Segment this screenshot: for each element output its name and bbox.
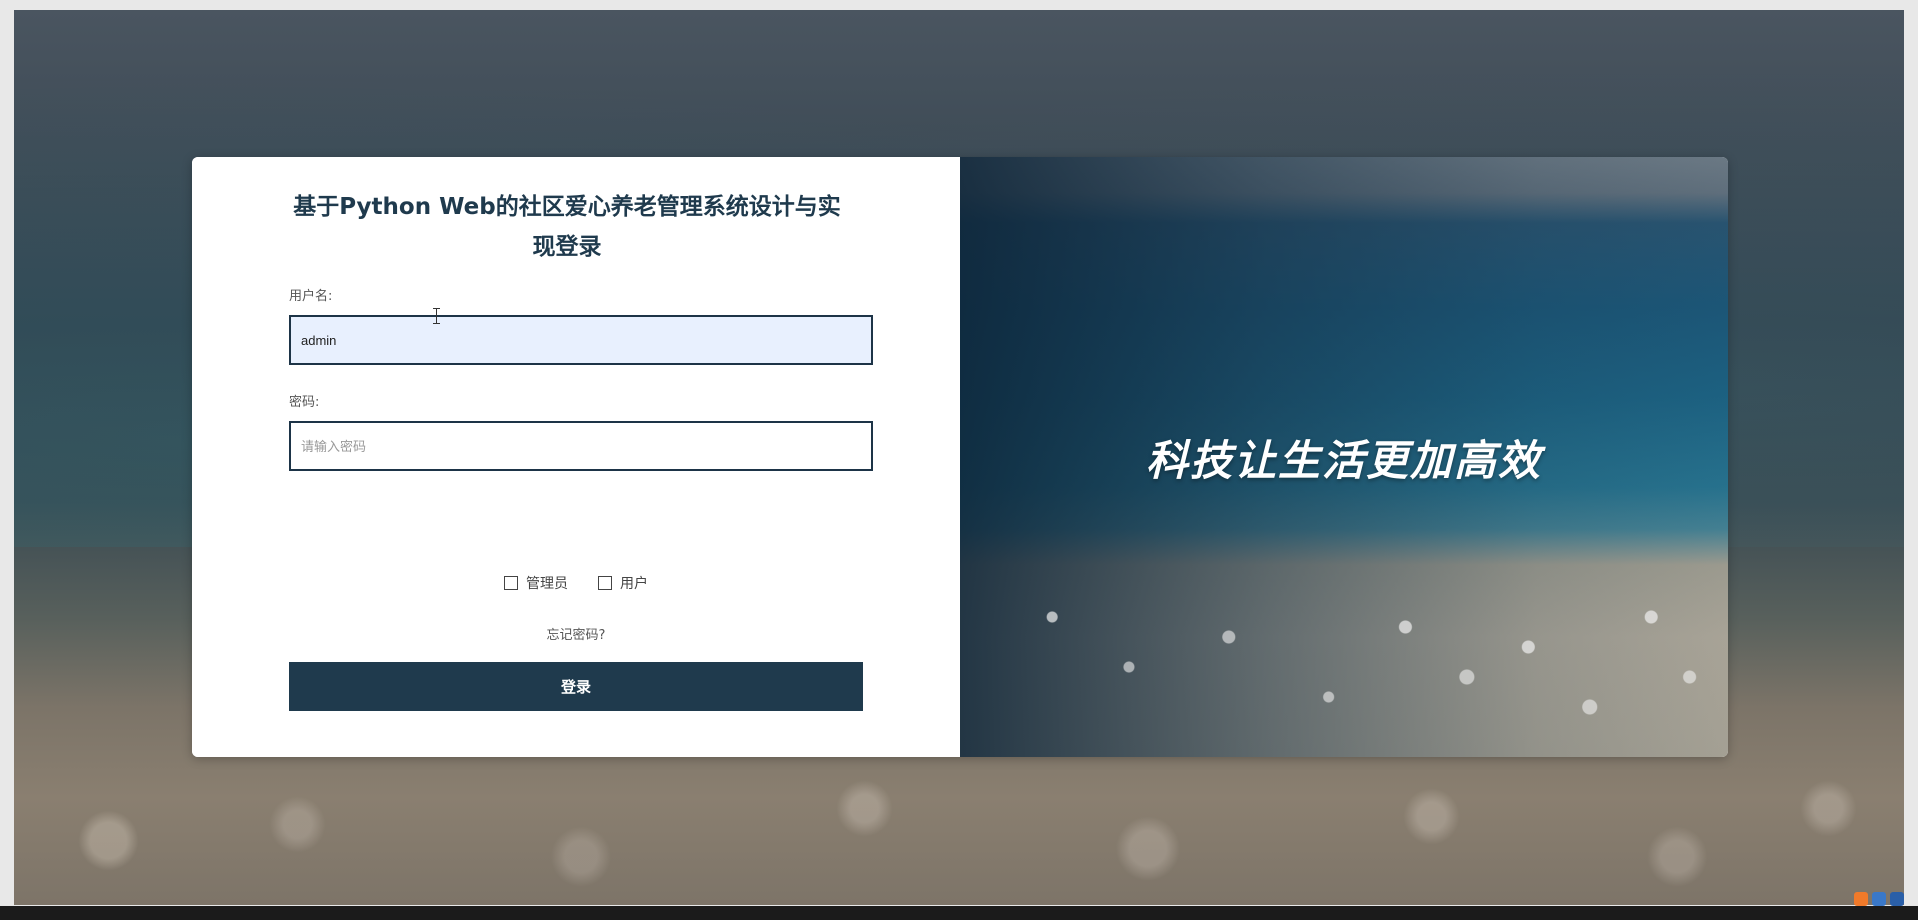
login-card: 基于Python Web的社区爱心养老管理系统设计与实现登录 用户名: 密码: …	[192, 157, 1728, 757]
user-checkbox[interactable]	[598, 576, 612, 590]
login-button[interactable]: 登录	[289, 662, 863, 711]
app-icon-blue[interactable]	[1872, 892, 1886, 906]
role-selector: 管理员 用户	[192, 573, 960, 593]
system-tray	[1854, 892, 1904, 906]
page-title: 基于Python Web的社区爱心养老管理系统设计与实现登录	[293, 194, 841, 260]
app-icon-orange[interactable]	[1854, 892, 1868, 906]
banner-slogan: 科技让生活更加高效	[1145, 436, 1542, 485]
text-cursor-icon	[433, 308, 441, 324]
role-label-admin: 管理员	[526, 576, 568, 592]
login-form-panel: 基于Python Web的社区爱心养老管理系统设计与实现登录 用户名: 密码: …	[192, 157, 960, 757]
beach-umbrellas-decor	[960, 557, 1728, 757]
role-option-user[interactable]: 用户	[598, 573, 648, 593]
taskbar-strip	[0, 906, 1918, 920]
password-input[interactable]	[289, 421, 873, 471]
forgot-password-link[interactable]: 忘记密码?	[192, 624, 960, 643]
app-icon-chat[interactable]	[1890, 892, 1904, 906]
username-label: 用户名:	[289, 289, 333, 304]
role-option-admin[interactable]: 管理员	[504, 573, 568, 593]
admin-checkbox[interactable]	[504, 576, 518, 590]
role-label-user: 用户	[620, 576, 648, 592]
password-label: 密码:	[289, 395, 320, 410]
username-input[interactable]	[289, 315, 873, 365]
banner-panel: 科技让生活更加高效	[960, 157, 1728, 757]
